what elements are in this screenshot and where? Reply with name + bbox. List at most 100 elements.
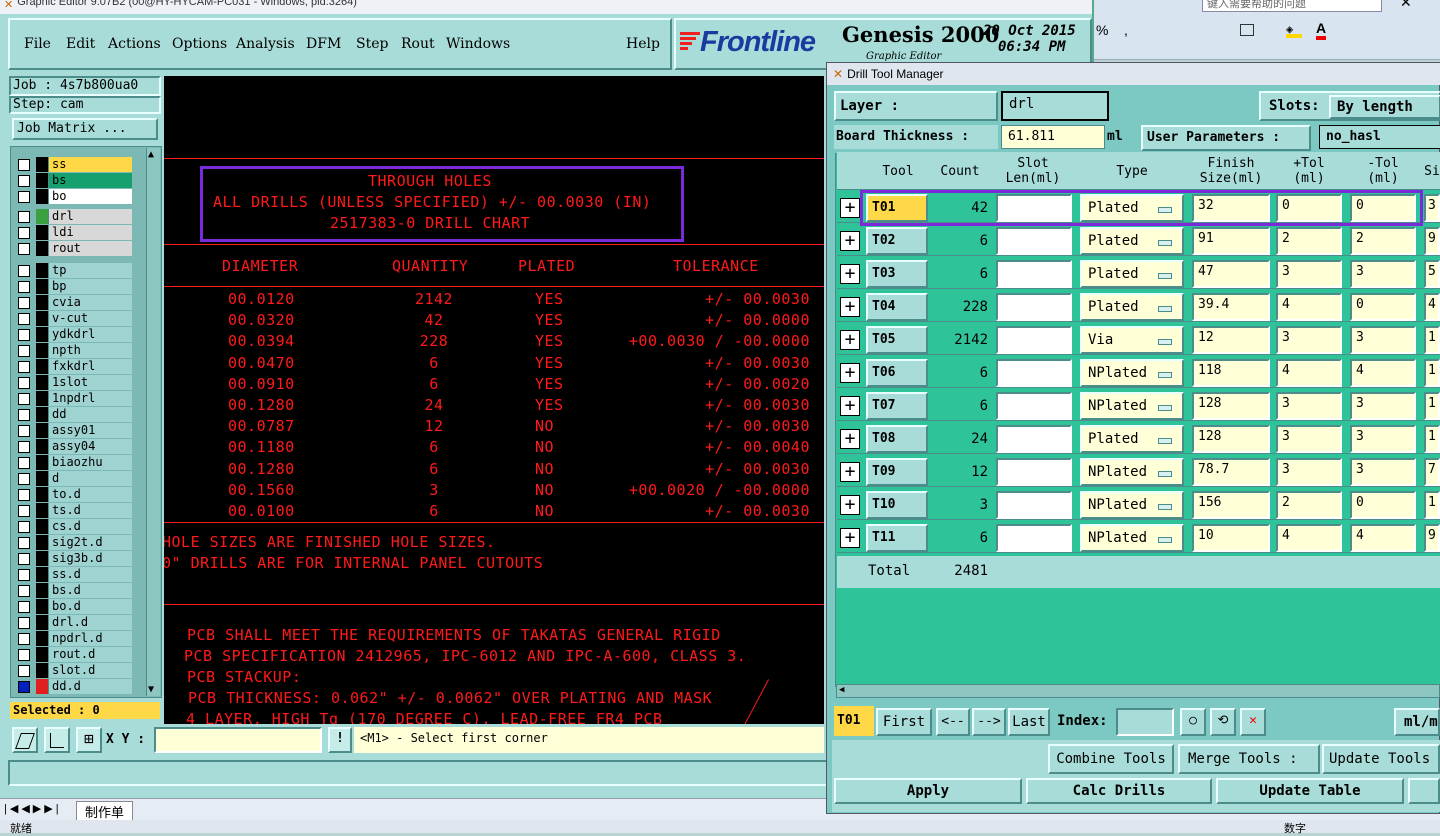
- tool-button[interactable]: T10: [866, 491, 928, 519]
- layer-row[interactable]: cs.d: [16, 519, 132, 534]
- sheet-nav-icon[interactable]: |◀◀▶▶|: [4, 802, 62, 815]
- finish-size-input[interactable]: 118: [1192, 359, 1270, 387]
- type-select[interactable]: Via: [1080, 326, 1184, 354]
- layer-row[interactable]: 1npdrl: [16, 391, 132, 406]
- type-select[interactable]: NPlated: [1080, 491, 1184, 519]
- layer-checkbox[interactable]: [18, 648, 30, 661]
- finish-size-input[interactable]: 10: [1192, 524, 1270, 552]
- calc-drills-button[interactable]: Calc Drills: [1026, 778, 1212, 804]
- layer-row[interactable]: slot.d: [16, 663, 132, 678]
- layer-row[interactable]: bs: [16, 173, 132, 188]
- si-input[interactable]: 3: [1424, 194, 1440, 222]
- si-input[interactable]: 7: [1424, 458, 1440, 486]
- menu-dfm[interactable]: DFM: [306, 36, 341, 52]
- fill-color-icon[interactable]: ◈: [1286, 22, 1302, 38]
- finish-size-input[interactable]: 91: [1192, 227, 1270, 255]
- layer-row[interactable]: drl.d: [16, 615, 132, 630]
- type-select[interactable]: NPlated: [1080, 392, 1184, 420]
- type-select[interactable]: NPlated: [1080, 359, 1184, 387]
- si-input[interactable]: 1: [1424, 392, 1440, 420]
- thickness-input[interactable]: 61.811: [1001, 125, 1105, 149]
- sheet-tab[interactable]: 制作单: [76, 801, 134, 822]
- slots-select[interactable]: By length: [1329, 95, 1440, 119]
- plus-tol-input[interactable]: 4: [1276, 524, 1342, 552]
- layer-row[interactable]: rout: [16, 241, 132, 256]
- si-input[interactable]: 9: [1424, 227, 1440, 255]
- layer-row[interactable]: sig2t.d: [16, 535, 132, 550]
- expand-row-icon[interactable]: +: [840, 330, 860, 350]
- expand-row-icon[interactable]: +: [840, 396, 860, 416]
- si-input[interactable]: 1: [1424, 425, 1440, 453]
- menu-analysis[interactable]: Analysis: [236, 36, 295, 52]
- si-input[interactable]: 1: [1424, 326, 1440, 354]
- plus-tol-input[interactable]: 3: [1276, 425, 1342, 453]
- slot-len-input[interactable]: [996, 392, 1072, 420]
- layer-row[interactable]: ss.d: [16, 567, 132, 582]
- slot-len-input[interactable]: [996, 524, 1072, 552]
- layer-row[interactable]: sig3b.d: [16, 551, 132, 566]
- layer-row[interactable]: npth: [16, 343, 132, 358]
- layer-checkbox[interactable]: [18, 360, 30, 373]
- plus-tol-input[interactable]: 2: [1276, 491, 1342, 519]
- nav-last-button[interactable]: Last: [1008, 708, 1050, 736]
- expand-row-icon[interactable]: +: [840, 429, 860, 449]
- xy-input[interactable]: [154, 727, 322, 753]
- layer-checkbox[interactable]: [18, 296, 30, 309]
- layer-checkbox[interactable]: [18, 226, 30, 239]
- finish-size-input[interactable]: 47: [1192, 260, 1270, 288]
- excel-close-icon[interactable]: ✕: [1400, 0, 1412, 11]
- layer-row[interactable]: bo.d: [16, 599, 132, 614]
- layer-row[interactable]: ydkdrl: [16, 327, 132, 342]
- si-input[interactable]: 1: [1424, 359, 1440, 387]
- layer-row[interactable]: dd.d: [16, 679, 132, 694]
- layer-row[interactable]: to.d: [16, 487, 132, 502]
- menu-help[interactable]: Help: [626, 36, 660, 52]
- expand-row-icon[interactable]: +: [840, 363, 860, 383]
- layer-checkbox[interactable]: [18, 488, 30, 501]
- graphic-canvas[interactable]: THROUGH HOLES ALL DRILLS (UNLESS SPECIFI…: [164, 76, 824, 724]
- layer-row[interactable]: assy01: [16, 423, 132, 438]
- menu-actions[interactable]: Actions: [108, 36, 161, 52]
- expand-row-icon[interactable]: +: [840, 495, 860, 515]
- tool-button[interactable]: T03: [866, 260, 928, 288]
- layer-checkbox[interactable]: [18, 520, 30, 533]
- nav-first-button[interactable]: First: [876, 708, 932, 736]
- minus-tol-input[interactable]: 0: [1350, 293, 1416, 321]
- user-params-label[interactable]: User Parameters :: [1141, 125, 1311, 151]
- layer-checkbox[interactable]: [18, 536, 30, 549]
- expand-row-icon[interactable]: +: [840, 231, 860, 251]
- menu-file[interactable]: File: [24, 36, 51, 52]
- layer-row[interactable]: assy04: [16, 439, 132, 454]
- layer-row[interactable]: cvia: [16, 295, 132, 310]
- apply-button[interactable]: Apply: [834, 778, 1022, 804]
- menu-rout[interactable]: Rout: [401, 36, 435, 52]
- layer-checkbox[interactable]: [18, 600, 30, 613]
- type-select[interactable]: Plated: [1080, 425, 1184, 453]
- minus-tol-input[interactable]: 3: [1350, 458, 1416, 486]
- layer-checkbox[interactable]: [18, 664, 30, 677]
- borders-icon[interactable]: [1240, 24, 1254, 36]
- minus-tol-input[interactable]: 2: [1350, 227, 1416, 255]
- update-tools-button[interactable]: Update Tools: [1322, 744, 1440, 774]
- minus-tol-input[interactable]: 3: [1350, 425, 1416, 453]
- plus-tol-input[interactable]: 3: [1276, 326, 1342, 354]
- layer-checkbox[interactable]: [18, 344, 30, 357]
- slot-len-input[interactable]: [996, 260, 1072, 288]
- percent-style-button[interactable]: %: [1096, 22, 1108, 38]
- layer-row[interactable]: v-cut: [16, 311, 132, 326]
- slot-len-input[interactable]: [996, 458, 1072, 486]
- grid-icon[interactable]: ⊞: [76, 727, 102, 753]
- minus-tol-input[interactable]: 0: [1350, 491, 1416, 519]
- tool-button[interactable]: T08: [866, 425, 928, 453]
- layer-row[interactable]: rout.d: [16, 647, 132, 662]
- slot-len-input[interactable]: [996, 326, 1072, 354]
- finish-size-input[interactable]: 156: [1192, 491, 1270, 519]
- layer-scrollbar[interactable]: ▲ ▼: [146, 148, 160, 696]
- layer-row[interactable]: fxkdrl: [16, 359, 132, 374]
- plus-tol-input[interactable]: 3: [1276, 392, 1342, 420]
- update-table-button[interactable]: Update Table: [1216, 778, 1404, 804]
- minus-tol-input[interactable]: 3: [1350, 326, 1416, 354]
- plus-tol-input[interactable]: 3: [1276, 260, 1342, 288]
- type-select[interactable]: NPlated: [1080, 458, 1184, 486]
- layer-row[interactable]: ts.d: [16, 503, 132, 518]
